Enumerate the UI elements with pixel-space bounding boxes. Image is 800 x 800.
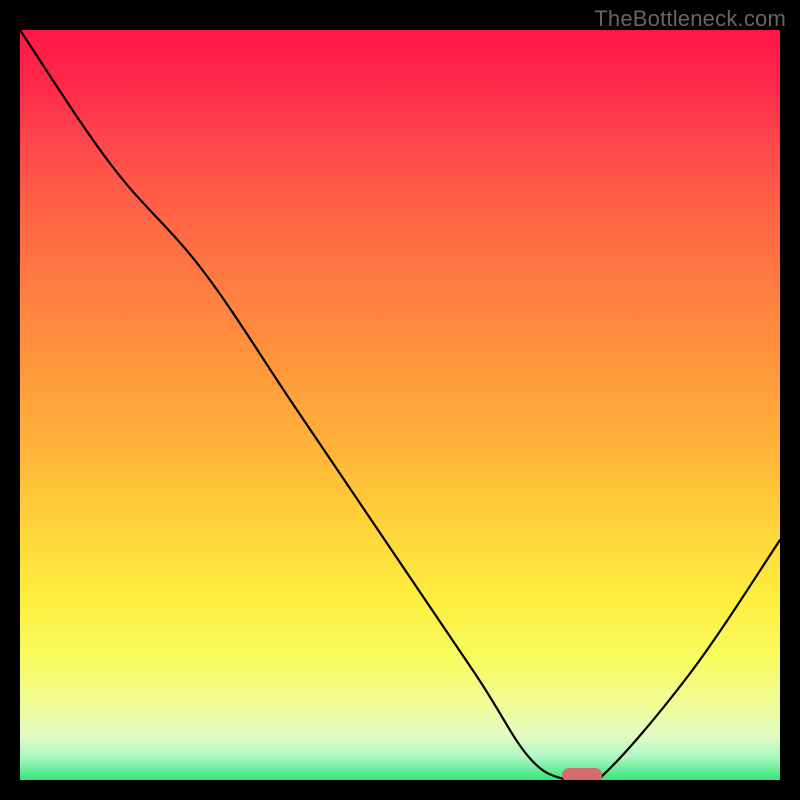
optimal-marker bbox=[562, 768, 602, 780]
plot-area bbox=[20, 30, 780, 780]
chart-frame: TheBottleneck.com bbox=[0, 0, 800, 800]
watermark-text: TheBottleneck.com bbox=[594, 6, 786, 32]
bottleneck-curve bbox=[20, 30, 780, 780]
